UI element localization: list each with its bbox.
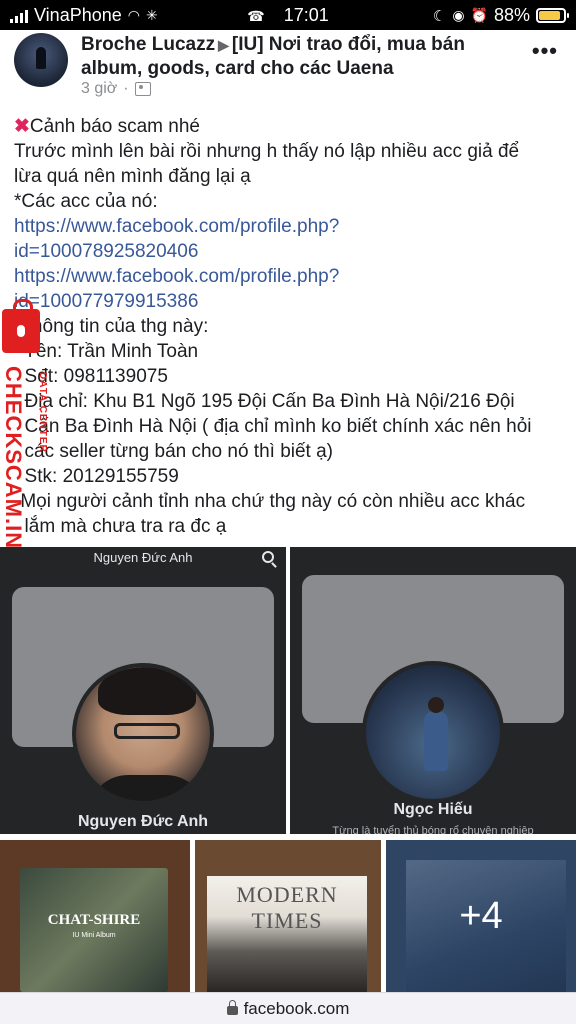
- lock-icon: [226, 1000, 238, 1015]
- line-text: các seller từng bán cho nó thì biết ạ): [14, 441, 334, 462]
- post-text-line: ✖Cảnh báo scam nhé: [14, 114, 564, 139]
- post-text-line: Cấn Ba Đình Hà Nội ( địa chỉ mình ko biế…: [14, 414, 564, 439]
- post-text-line: -Mọi người cảnh tỉnh nha chứ thg này có …: [14, 489, 564, 514]
- screenshot-profile-name: Ngọc Hiếu: [393, 801, 473, 818]
- photo-album-2[interactable]: MODERN TIMES: [195, 840, 381, 992]
- cross-mark-icon: ✖: [14, 116, 30, 137]
- alarm-icon: ⏰: [470, 7, 488, 23]
- screenshot-profile-name: Nguyen Đức Anh: [77, 813, 209, 830]
- search-icon: [262, 551, 274, 563]
- line-text[interactable]: id=100077979915386: [14, 291, 198, 312]
- moon-icon: ☾: [432, 7, 447, 25]
- line-text: lừa quá nên mình đăng lại ạ: [14, 166, 251, 187]
- post-text-line: các seller từng bán cho nó thì biết ạ): [14, 439, 564, 464]
- line-text[interactable]: id=100078925820406: [14, 241, 198, 262]
- status-right: ☾ ◉ ⏰ 88%: [432, 5, 569, 26]
- post-text-line: lắm mà chưa tra ra đc ạ: [14, 514, 564, 539]
- line-text: Cảnh báo scam nhé: [29, 116, 200, 137]
- url-text: facebook.com: [243, 998, 350, 1018]
- rotation-lock-icon: ◉: [452, 7, 465, 23]
- profile-photo: [72, 663, 214, 805]
- line-text[interactable]: https://www.facebook.com/profile.php?: [14, 216, 339, 237]
- post-meta: 3 giờ ·: [81, 80, 151, 98]
- post-time[interactable]: 3 giờ: [81, 80, 117, 98]
- screenshot-profile-bio: Từng là tuyển thủ bóng rổ chuyên nghiệp: [332, 825, 534, 834]
- line-text[interactable]: https://www.facebook.com/profile.php?: [14, 266, 339, 287]
- screenshot-header-name: Nguyen Đức Anh: [93, 550, 193, 565]
- line-text: lắm mà chưa tra ra đc ạ: [14, 516, 227, 537]
- line-text: Tên: Trần Minh Toàn: [14, 341, 199, 362]
- battery-icon: [536, 8, 569, 23]
- line-text: Địa chỉ: Khu B1 Ngõ 195 Đội Cấn Ba Đình …: [14, 391, 515, 412]
- post-text-line: lừa quá nên mình đăng lại ạ: [14, 164, 564, 189]
- caret-right-icon: ▶: [218, 37, 229, 53]
- line-text: -Mọi người cảnh tỉnh nha chứ thg này có …: [14, 491, 526, 512]
- post-text-line: Địa chỉ: Khu B1 Ngõ 195 Đội Cấn Ba Đình …: [14, 389, 564, 414]
- screenshot-image-2[interactable]: Ngọc Hiếu Từng là tuyển thủ bóng rổ chuy…: [290, 547, 576, 834]
- line-text: Stk: 20129155759: [14, 466, 179, 487]
- watermark-subtext: DATA CENTER: [37, 372, 48, 453]
- audience-icon: [134, 82, 151, 96]
- more-photos-count[interactable]: +4: [386, 840, 576, 992]
- more-options-button[interactable]: •••: [532, 38, 558, 64]
- post-title: Broche Lucazz ▶ [IU] Nơi trao đổi, mua bán…: [81, 33, 511, 81]
- browser-url-bar[interactable]: facebook.com: [0, 992, 576, 1024]
- line-text: Trước mình lên bài rồi nhưng h thấy nó l…: [14, 141, 520, 162]
- profile-link[interactable]: https://www.facebook.com/profile.php?: [14, 264, 564, 289]
- battery-percent: 88%: [493, 5, 530, 25]
- photo-album-3[interactable]: +4: [386, 840, 576, 992]
- album-title: MODERN TIMES: [236, 882, 338, 933]
- post-text-line: Tên: Trần Minh Toàn: [14, 339, 564, 364]
- post-body: ✖Cảnh báo scam nhé Trước mình lên bài rồi…: [14, 114, 564, 539]
- profile-photo: [362, 661, 504, 803]
- profile-link[interactable]: id=100078925820406: [14, 239, 564, 264]
- profile-link[interactable]: id=100077979915386: [14, 289, 564, 314]
- post-text-line: Trước mình lên bài rồi nhưng h thấy nó l…: [14, 139, 564, 164]
- dot-separator: ·: [123, 80, 129, 97]
- post-text-line: Sđt: 0981139075: [14, 364, 564, 389]
- phone-icon: ☎: [247, 8, 265, 24]
- profile-link[interactable]: https://www.facebook.com/profile.php?: [14, 214, 564, 239]
- album-title: CHAT-SHIRE: [47, 912, 141, 928]
- author-name[interactable]: Broche Lucazz: [81, 34, 215, 55]
- line-text: *Các acc của nó:: [14, 191, 158, 212]
- album-cover: MODERN TIMES: [207, 876, 367, 992]
- screenshot-image-1[interactable]: Nguyen Đức Anh Nguyen Đức Anh: [0, 547, 286, 834]
- clock-time: 17:01: [283, 5, 329, 25]
- post-text-line: *Các acc của nó:: [14, 189, 564, 214]
- album-subtitle: IU Mini Album: [72, 932, 116, 939]
- lock-icon: [2, 299, 40, 353]
- person-figure: [424, 697, 448, 771]
- line-text: Cấn Ba Đình Hà Nội ( địa chỉ mình ko biế…: [14, 416, 532, 437]
- post-text-line: Stk: 20129155759: [14, 464, 564, 489]
- post-text-line: -Thông tin của thg này:: [14, 314, 564, 339]
- glasses-icon: [114, 723, 180, 739]
- author-avatar[interactable]: [14, 33, 68, 87]
- album-cover: CHAT-SHIRE IU Mini Album: [20, 868, 168, 992]
- line-text: -Thông tin của thg này:: [14, 316, 209, 337]
- photo-album-1[interactable]: CHAT-SHIRE IU Mini Album: [0, 840, 190, 992]
- status-bar: VinaPhone ◠ ✳ ☎ 17:01 ☾ ◉ ⏰ 88%: [0, 0, 576, 30]
